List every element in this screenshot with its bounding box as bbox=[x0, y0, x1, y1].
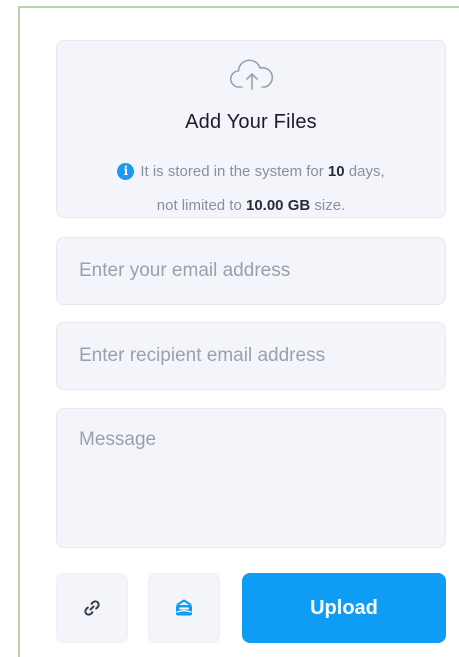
info-text-3: not limited to bbox=[156, 197, 246, 214]
info-text-4: size. bbox=[310, 197, 346, 214]
mail-icon bbox=[176, 599, 192, 616]
cloud-upload-icon bbox=[229, 59, 274, 90]
share-link-button[interactable] bbox=[56, 573, 128, 643]
info-text-2: days, bbox=[344, 163, 385, 180]
size-limit: 10.00 GB bbox=[245, 197, 311, 214]
dropzone-title: Add Your Files bbox=[185, 111, 317, 133]
info-icon: i bbox=[117, 163, 135, 180]
retention-days: 10 bbox=[327, 163, 345, 180]
file-dropzone[interactable]: Add Your Files i It is stored in the syst… bbox=[56, 40, 446, 218]
message-input[interactable] bbox=[56, 408, 446, 548]
storage-info: i It is stored in the system for 10 days,… bbox=[67, 155, 435, 223]
sender-email-input[interactable] bbox=[56, 237, 446, 305]
info-text-1: It is stored in the system for bbox=[140, 163, 328, 180]
email-transfer-button[interactable] bbox=[148, 573, 220, 643]
link-icon bbox=[84, 600, 100, 616]
upload-button[interactable]: Upload bbox=[242, 573, 446, 643]
recipient-email-input[interactable] bbox=[56, 322, 446, 390]
